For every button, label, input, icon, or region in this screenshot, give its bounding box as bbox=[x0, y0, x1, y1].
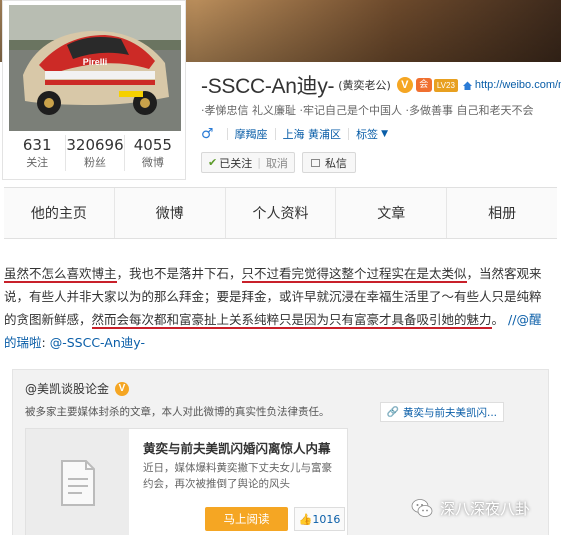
article-title[interactable]: 黄奕与前夫美凯闪婚闪离惊人内幕 bbox=[143, 438, 331, 457]
profile-stats: 631 关注 320696 粉丝 4055 微博 bbox=[9, 135, 181, 171]
divider bbox=[274, 128, 276, 140]
stat-followers[interactable]: 320696 粉丝 bbox=[66, 135, 125, 171]
stat-followers-count: 320696 bbox=[66, 136, 124, 154]
stat-posts-count: 4055 bbox=[133, 136, 172, 154]
stat-following-label: 关注 bbox=[26, 156, 49, 169]
divider bbox=[348, 128, 350, 140]
follow-status-label: 已关注 bbox=[219, 156, 253, 170]
colon: : bbox=[41, 335, 46, 350]
thumbs-up-icon: 👍 bbox=[298, 512, 313, 526]
location-link[interactable]: 上海 黄浦区 bbox=[283, 126, 342, 142]
profile-remark: (黄奕老公) bbox=[338, 79, 391, 92]
tab-articles[interactable]: 文章 bbox=[336, 188, 448, 238]
post-text-segment: 。 bbox=[491, 312, 505, 327]
follow-status-button[interactable]: ✔ 已关注 | 取消 bbox=[201, 152, 295, 173]
tab-weibo[interactable]: 微博 bbox=[115, 188, 226, 238]
like-count: 1016 bbox=[312, 512, 341, 526]
tab-album[interactable]: 相册 bbox=[447, 188, 557, 238]
watermark-text: 深八深夜八卦 bbox=[440, 499, 531, 518]
chevron-down-icon: ▼ bbox=[381, 129, 388, 139]
verified-badge-icon[interactable]: V bbox=[396, 77, 413, 93]
profile-meta-row: ♂ 摩羯座 上海 黄浦区 标签 ▼ bbox=[201, 126, 388, 142]
divider bbox=[226, 128, 228, 140]
profile-info: -SSCC-An迪y- (黄奕老公) V 会 LV23 http://weibo… bbox=[195, 62, 561, 182]
wechat-logo-icon bbox=[411, 499, 433, 517]
check-icon: ✔ bbox=[208, 156, 218, 169]
member-icon[interactable]: 会 bbox=[415, 78, 432, 92]
svg-text:Pirelli: Pirelli bbox=[83, 57, 108, 67]
mention-link[interactable]: @-SSCC-An迪y- bbox=[50, 335, 145, 350]
article-description: 近日，媒体爆料黄奕撇下丈夫女儿与富豪约会，再次被推倒了舆论的风头 bbox=[143, 462, 332, 490]
profile-name: -SSCC-An迪y- bbox=[201, 75, 335, 98]
avatar-race-car-image: Pirelli bbox=[9, 5, 181, 131]
like-button[interactable]: 👍 1016 bbox=[294, 507, 345, 531]
tab-home[interactable]: 他的主页 bbox=[4, 188, 115, 238]
document-icon bbox=[60, 460, 95, 506]
verified-badge-icon[interactable]: V bbox=[115, 381, 130, 396]
tab-profile[interactable]: 个人资料 bbox=[226, 188, 337, 238]
post-body: 虽然不怎么喜欢博主，我也不是落井下石，只不过看完觉得这整个过程实在是太类似，当然… bbox=[4, 262, 553, 354]
watermark: 深八深夜八卦 bbox=[410, 496, 530, 520]
post-text-segment: ，我也不是落井下石， bbox=[116, 266, 242, 281]
action-buttons: ✔ 已关注 | 取消 私信 bbox=[201, 152, 356, 173]
stat-posts-label: 微博 bbox=[141, 156, 164, 169]
tags-dropdown[interactable]: 标签 bbox=[356, 126, 378, 142]
stat-followers-label: 粉丝 bbox=[84, 156, 106, 169]
post-text: 虽然不怎么喜欢博主，我也不是落井下石，只不过看完觉得这整个过程实在是太类似，当然… bbox=[4, 262, 557, 354]
male-icon: ♂ bbox=[201, 126, 214, 142]
underlined-text: 虽然不怎么喜欢博主 bbox=[4, 266, 117, 283]
underlined-text: 然而会每次都和富豪扯上关系纯粹只是因为只有富豪才具备吸引她的魅力 bbox=[91, 312, 492, 329]
link-icon: 🔗 bbox=[386, 406, 399, 418]
envelope-icon bbox=[310, 158, 320, 167]
home-link-icon bbox=[462, 81, 472, 90]
private-message-label: 私信 bbox=[324, 156, 347, 170]
unfollow-button[interactable]: 取消 bbox=[266, 155, 288, 171]
name-row: -SSCC-An迪y- (黄奕老公) V 会 LV23 http://weibo… bbox=[201, 70, 561, 100]
original-author-row: @美凯谈股论金 V bbox=[25, 380, 130, 397]
article-card[interactable]: 黄奕与前夫美凯闪婚闪离惊人内幕 近日，媒体爆料黄奕撇下丈夫女儿与富豪约会，再次被… bbox=[25, 428, 348, 535]
stat-posts[interactable]: 4055 微博 bbox=[125, 135, 181, 171]
topic-link[interactable]: 🔗 黄奕与前夫美凯闪... bbox=[379, 402, 504, 422]
avatar-card: Pirelli 631 关注 320696 粉丝 4055 微博 bbox=[2, 0, 186, 180]
private-message-button[interactable]: 私信 bbox=[301, 152, 356, 173]
original-note: 被多家主要媒体封杀的文章，本人对此微博的真实性负法律责任。 bbox=[25, 406, 330, 418]
avatar[interactable]: Pirelli bbox=[9, 5, 181, 131]
article-thumbnail bbox=[26, 429, 129, 535]
read-now-button[interactable]: 马上阅读 bbox=[205, 507, 288, 531]
profile-intro: ·孝悌忠信 礼义廉耻 ·牢记自己是个中国人 ·多做善事 自己和老天不会 bbox=[201, 104, 534, 117]
level-badge[interactable]: LV23 bbox=[433, 78, 458, 92]
stat-following-count: 631 bbox=[22, 136, 52, 154]
stat-following[interactable]: 631 关注 bbox=[9, 135, 67, 171]
profile-tabs: 他的主页 微博 个人资料 文章 相册 bbox=[4, 187, 557, 239]
divider: | bbox=[257, 156, 261, 169]
weibo-url-link[interactable]: http://weibo.com/n bbox=[475, 79, 561, 91]
underlined-text: 只不过看完觉得这整个过程实在是太类似 bbox=[241, 266, 467, 283]
zodiac-link[interactable]: 摩羯座 bbox=[235, 126, 268, 142]
topic-label: 黄奕与前夫美凯闪... bbox=[402, 406, 497, 419]
original-author-link[interactable]: @美凯谈股论金 bbox=[25, 380, 109, 397]
